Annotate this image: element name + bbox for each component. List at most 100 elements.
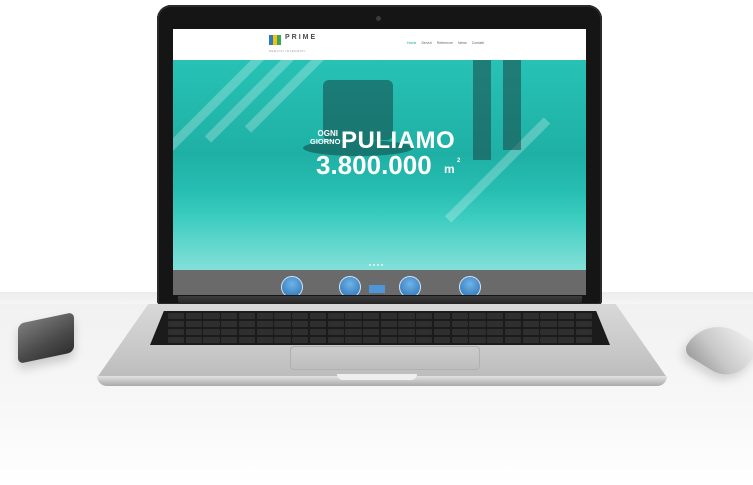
keyboard-key	[380, 336, 397, 343]
keyboard-key	[416, 313, 433, 320]
keyboard-key	[309, 320, 327, 328]
keyboard-key	[256, 336, 273, 343]
service-square-icon[interactable]	[369, 285, 385, 293]
slider-dot[interactable]	[369, 264, 371, 266]
keyboard-key	[398, 320, 415, 328]
keyboard-key	[345, 313, 362, 320]
keyboard-key	[256, 328, 273, 336]
keyboard-key	[398, 313, 415, 320]
nav-home[interactable]: Home	[407, 41, 416, 45]
laptop-screen: PRIME SERVIZI INTEGRATI Home Servizi Ref…	[173, 29, 586, 295]
keyboard-key	[345, 320, 362, 328]
keyboard-key	[168, 328, 185, 336]
keyboard-key	[238, 336, 256, 343]
keyboard-key	[168, 313, 185, 320]
keyboard-key	[238, 313, 256, 320]
keyboard-key	[185, 336, 202, 343]
keyboard-key	[398, 328, 415, 336]
keyboard-key	[451, 313, 468, 320]
keyboard-key	[433, 313, 451, 320]
service-circle-icon[interactable]	[459, 276, 481, 295]
keyboard-key	[540, 336, 557, 343]
keyboard-key	[380, 313, 397, 320]
keyboard-key	[363, 336, 380, 343]
keyboard-key	[504, 328, 522, 336]
keyboard-key	[203, 328, 220, 336]
keyboard-key	[416, 328, 433, 336]
keyboard-key	[274, 336, 291, 343]
service-circle-icon[interactable]	[281, 276, 303, 295]
keyboard-key	[558, 320, 575, 328]
slider-dots	[369, 264, 383, 266]
hero-banner: OGNI GIORNO PULIAMO 3.800.000 m 2	[173, 60, 586, 270]
nav-referenze[interactable]: Referenze	[437, 41, 453, 45]
keyboard-key	[274, 313, 291, 320]
keyboard-key	[363, 320, 380, 328]
keyboard-key	[238, 320, 256, 328]
headline-giorno: GIORNO	[310, 137, 341, 146]
keyboard-key	[185, 313, 202, 320]
keyboard-key	[327, 313, 344, 320]
keyboard-key	[469, 313, 486, 320]
keyboard-key	[487, 336, 504, 343]
keyboard-key	[292, 313, 309, 320]
keyboard-key	[292, 328, 309, 336]
keyboard-key	[522, 320, 539, 328]
keyboard-key	[522, 313, 539, 320]
keyboard-key	[487, 313, 504, 320]
keyboard-key	[575, 336, 592, 343]
slider-dot[interactable]	[373, 264, 375, 266]
keyboard-key	[469, 328, 486, 336]
keyboard-key	[540, 320, 557, 328]
slider-dot[interactable]	[381, 264, 383, 266]
keyboard-key	[540, 313, 557, 320]
nav-contatti[interactable]: Contatti	[472, 41, 484, 45]
keyboard-key	[221, 320, 238, 328]
laptop-lid: PRIME SERVIZI INTEGRATI Home Servizi Ref…	[157, 5, 602, 305]
nav-servizi[interactable]: Servizi	[421, 41, 432, 45]
keyboard-key	[487, 320, 504, 328]
keyboard-key	[363, 328, 380, 336]
keyboard-key	[558, 313, 575, 320]
service-circle-icon[interactable]	[399, 276, 421, 295]
keyboard-key	[274, 320, 291, 328]
keyboard-key	[433, 328, 451, 336]
light-stripe	[173, 60, 271, 153]
webcam-icon	[376, 16, 381, 21]
prime-logo-icon[interactable]	[269, 35, 281, 45]
keyboard-key	[398, 336, 415, 343]
headline-unit: m	[444, 162, 455, 176]
keyboard-key	[380, 320, 397, 328]
nav-news[interactable]: News	[458, 41, 467, 45]
floor-reflection	[173, 190, 586, 270]
keyboard-key	[504, 313, 522, 320]
service-circle-icon[interactable]	[339, 276, 361, 295]
keyboard-key	[345, 328, 362, 336]
keyboard-key	[185, 320, 202, 328]
trackpad	[290, 346, 480, 370]
keyboard-key	[558, 328, 575, 336]
keyboard-key	[274, 328, 291, 336]
keyboard-key	[203, 313, 220, 320]
keyboard-key	[469, 320, 486, 328]
keyboard-key	[540, 328, 557, 336]
site-tagline: SERVIZI INTEGRATI	[269, 49, 306, 53]
keyboard-key	[221, 336, 238, 343]
slider-dot[interactable]	[377, 264, 379, 266]
headline-unit-sup: 2	[457, 158, 461, 164]
keyboard-key	[345, 336, 362, 343]
keyboard-key	[558, 336, 575, 343]
services-strip	[173, 270, 586, 295]
site-brand[interactable]: PRIME	[285, 34, 317, 41]
keyboard-key	[327, 336, 344, 343]
keyboard-key	[469, 336, 486, 343]
keyboard-key	[256, 313, 273, 320]
site-nav: Home Servizi Referenze News Contatti	[407, 41, 484, 45]
worker-leg	[473, 60, 491, 160]
keyboard-key	[522, 336, 539, 343]
keyboard-key	[433, 320, 451, 328]
keyboard-key	[309, 313, 327, 320]
keyboard-key	[416, 320, 433, 328]
keyboard-key	[575, 320, 592, 328]
keyboard-key	[203, 320, 220, 328]
